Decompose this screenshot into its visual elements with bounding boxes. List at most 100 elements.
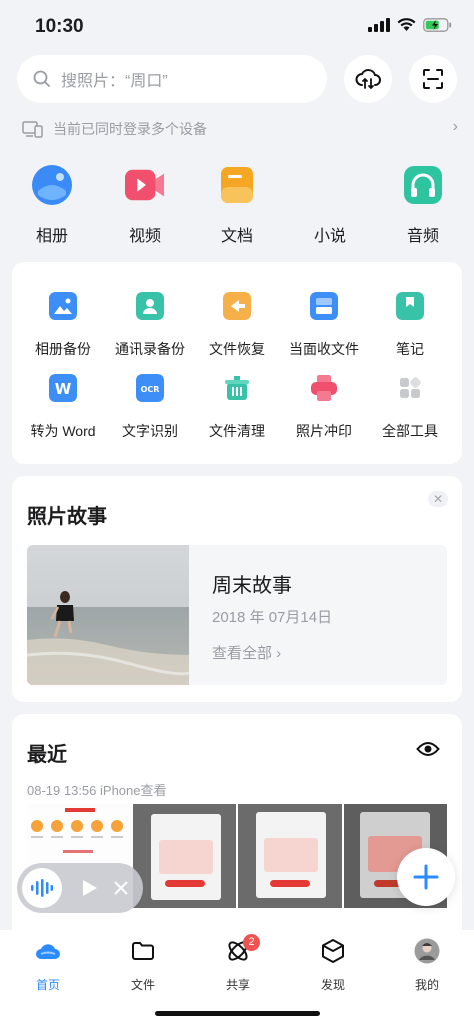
wifi-icon: [397, 18, 416, 31]
album-icon: [32, 165, 72, 205]
cloud-transfer-button[interactable]: [344, 55, 392, 103]
close-icon[interactable]: ✕: [428, 491, 448, 507]
file-clean-icon: [225, 376, 249, 400]
receive-file-icon: [310, 292, 338, 320]
feature-audio[interactable]: 音频: [383, 165, 463, 246]
plus-icon: [413, 864, 439, 890]
tool-album-backup[interactable]: 相册备份: [18, 292, 108, 359]
tab-home[interactable]: 首页: [13, 938, 83, 993]
multi-device-notice[interactable]: 当前已同时登录多个设备 ›: [22, 118, 462, 140]
tab-label: 共享: [225, 978, 250, 992]
tool-label: 文字识别: [122, 423, 178, 439]
eye-icon[interactable]: [416, 740, 440, 758]
tab-label: 文件: [130, 978, 155, 992]
tool-word-convert[interactable]: W 转为 Word: [18, 374, 108, 441]
avatar-icon: [414, 938, 440, 964]
tool-label: 转为 Word: [30, 423, 96, 439]
photo-story-item[interactable]: 周末故事 2018 年 07月14日 查看全部 ›: [27, 545, 447, 685]
feature-label: 文档: [220, 228, 253, 245]
contacts-backup-icon: [136, 292, 164, 320]
feature-row: 相册 视频 文档 小说 音频: [0, 165, 474, 245]
tools-card: 相册备份 通讯录备份 文件恢复 当面收文件 笔记 W 转为 Word OCR 文…: [12, 262, 462, 464]
tool-label: 文件恢复: [209, 341, 265, 357]
word-convert-icon: W: [49, 374, 77, 402]
tab-label: 发现: [320, 978, 345, 992]
tab-mine[interactable]: 我的: [392, 938, 462, 993]
multi-device-text: 当前已同时登录多个设备: [53, 121, 207, 137]
story-photo: [27, 545, 189, 685]
close-icon[interactable]: [114, 881, 128, 895]
tab-files[interactable]: 文件: [108, 938, 178, 993]
status-time: 10:30: [35, 16, 84, 37]
view-all-link[interactable]: 查看全部 ›: [212, 642, 281, 663]
feature-album[interactable]: 相册: [12, 165, 92, 246]
feature-label: 小说: [313, 228, 346, 245]
signal-icon: [368, 18, 390, 32]
story-date: 2018 年 07月14日: [212, 609, 333, 626]
cloud-transfer-icon: [355, 69, 381, 90]
play-icon[interactable]: [82, 879, 98, 897]
scan-icon: [423, 69, 443, 89]
feature-label: 视频: [128, 228, 161, 245]
tool-note[interactable]: 笔记: [365, 292, 455, 359]
tool-label: 全部工具: [382, 423, 438, 439]
feature-novel[interactable]: 小说: [290, 165, 370, 246]
recent-thumbnail[interactable]: [132, 804, 236, 908]
audio-icon: [403, 165, 443, 205]
tool-label: 相册备份: [35, 341, 91, 357]
status-icons: [368, 18, 452, 32]
tool-receive-file[interactable]: 当面收文件: [279, 292, 369, 359]
home-cloud-icon: [36, 944, 60, 959]
search-placeholder: 搜照片：“周口”: [61, 73, 168, 90]
tool-contacts-backup[interactable]: 通讯录备份: [105, 292, 195, 359]
home-indicator: [155, 1011, 320, 1016]
share-badge: 2: [243, 934, 260, 951]
file-restore-icon: [223, 292, 251, 320]
scan-button[interactable]: [409, 55, 457, 103]
document-icon: [217, 165, 257, 205]
feature-label: 相册: [35, 228, 68, 245]
add-button[interactable]: [397, 848, 455, 906]
tool-label: 照片冲印: [296, 423, 352, 439]
recent-title: 最近: [27, 744, 67, 766]
svg-text:W: W: [55, 380, 72, 398]
tool-label: 通讯录备份: [115, 341, 185, 357]
recent-thumbnail[interactable]: [238, 804, 342, 908]
discover-icon: [322, 939, 344, 963]
battery-icon: [423, 18, 452, 32]
devices-icon: [22, 121, 43, 138]
tab-label: 我的: [414, 978, 439, 992]
tool-label: 笔记: [396, 341, 424, 357]
ocr-icon: OCR: [136, 374, 164, 402]
video-icon: [125, 165, 165, 205]
tool-file-clean[interactable]: 文件清理: [192, 374, 282, 441]
tool-label: 文件清理: [209, 423, 265, 439]
search-icon: [33, 70, 50, 87]
album-backup-icon: [49, 292, 77, 320]
search-input[interactable]: 搜照片：“周口”: [17, 55, 327, 103]
svg-text:OCR: OCR: [141, 385, 160, 394]
note-icon: [396, 292, 424, 320]
tool-all-tools[interactable]: 全部工具: [365, 374, 455, 441]
tool-label: 当面收文件: [289, 341, 359, 357]
photo-story-title: 照片故事: [27, 506, 107, 528]
tab-share[interactable]: 2 共享: [203, 934, 273, 993]
recent-meta: 08-19 13:56 iPhone查看: [27, 783, 167, 798]
audio-wave-button[interactable]: [22, 868, 62, 908]
feature-document[interactable]: 文档: [197, 165, 277, 246]
folder-icon: [132, 942, 154, 960]
tab-discover[interactable]: 发现: [298, 938, 368, 993]
audio-wave-icon: [31, 879, 53, 897]
tool-photo-print[interactable]: 照片冲印: [279, 374, 369, 441]
novel-icon: [310, 165, 350, 205]
tool-file-restore[interactable]: 文件恢复: [192, 292, 282, 359]
all-tools-icon: [400, 377, 421, 398]
search-row: 搜照片：“周口”: [17, 55, 457, 105]
tool-ocr[interactable]: OCR 文字识别: [105, 374, 195, 441]
feature-video[interactable]: 视频: [105, 165, 185, 246]
photo-story-card: 照片故事 ✕ 周末故事 2018 年 07月14日 查看全部 ›: [12, 476, 462, 702]
status-bar: 10:30: [0, 0, 474, 52]
mini-audio-player: [17, 863, 143, 913]
feature-label: 音频: [406, 228, 439, 245]
photo-print-icon: [311, 375, 337, 401]
